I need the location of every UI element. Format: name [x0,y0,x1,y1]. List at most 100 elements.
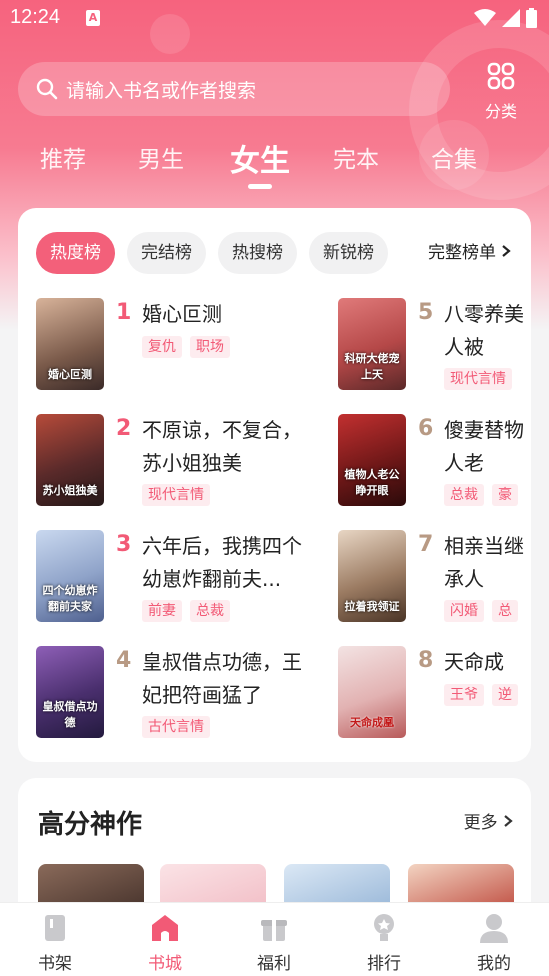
gift-icon [261,920,287,941]
chevron-right-icon [504,815,513,827]
more-label: 更多 [463,813,498,833]
book-title: 皇叔借点功德，王妃把符画猛了 [142,650,302,707]
book-tags: 古代言情 [142,716,210,738]
tag: 现代言情 [142,484,210,506]
rank-number: 5 [418,300,434,325]
tag: 逆 [492,684,518,706]
book-item[interactable]: 植物人老公睁开眼 6 傻妻替物人老 总裁 豪 [338,414,531,508]
book-item[interactable]: 科研大佬宠上天 5 八零养美人被 现代言情 [338,298,531,392]
search-bar[interactable]: 请输入书名或作者搜索 [18,62,450,116]
book-item[interactable]: 苏小姐独美 2 不原谅，不复合，苏小姐独美 现代言情 [36,414,326,508]
tag: 总裁 [444,484,484,506]
grid-icon [487,62,515,90]
store-icon [152,915,178,941]
book-tags: 现代言情 [444,368,512,390]
book-tags: 王爷 逆 [444,684,518,706]
book-tags: 闪婚 总 [444,600,518,622]
status-time: 12:24 [10,6,61,28]
book-title: 不原谅，不复合，苏小姐独美 [142,418,302,475]
more-link[interactable]: 更多 [464,808,513,833]
user-icon [480,914,508,943]
tag: 现代言情 [444,368,512,390]
book-item[interactable]: 天命成凰 8 天命成 王爷 逆 [338,646,531,740]
tag: 总裁 [190,600,230,622]
system-icons [474,8,537,28]
book-title: 八零养美人被 [444,302,524,359]
chip-new[interactable]: 新锐榜 [309,232,388,274]
tag: 职场 [190,336,230,358]
channel-tabs: 推荐 男生 女生 完本 合集 [0,140,549,190]
ranking-right-column: 科研大佬宠上天 5 八零养美人被 现代言情 植物人老公睁开眼 6 傻妻替物人老 … [338,298,531,758]
nav-label: 福利 [257,954,291,974]
nav-ranking[interactable]: 排行 [344,911,424,974]
nav-profile[interactable]: 我的 [454,911,534,974]
book-item[interactable]: 皇叔借点功德 4 皇叔借点功德，王妃把符画猛了 古代言情 [36,646,326,740]
chip-hot[interactable]: 热度榜 [36,232,115,274]
tag: 豪 [492,484,518,506]
book-cover: 科研大佬宠上天 [338,298,406,390]
full-ranking-link[interactable]: 完整榜单 [428,232,512,274]
tag: 总 [492,600,518,622]
search-icon [36,78,58,100]
tab-collection[interactable]: 合集 [431,140,477,174]
book-cover: 植物人老公睁开眼 [338,414,406,506]
search-placeholder: 请输入书名或作者搜索 [66,79,257,102]
book-icon [45,915,65,941]
tab-recommend[interactable]: 推荐 [40,140,86,174]
tag: 闪婚 [444,600,484,622]
battery-icon [526,8,537,28]
tab-finished[interactable]: 完本 [333,140,379,174]
rank-number: 6 [418,416,434,441]
book-cover: 拉着我领证 [338,530,406,622]
ranking-chips: 热度榜 完结榜 热搜榜 新锐榜 [36,232,388,274]
book-tags: 前妻 总裁 [142,600,230,622]
rank-number: 7 [418,532,434,557]
tab-male[interactable]: 男生 [138,140,184,174]
nav-label: 书城 [148,954,182,974]
book-cover: 四个幼崽炸翻前夫家 [36,530,104,622]
signal-icon [502,9,520,27]
nav-label: 排行 [367,954,401,974]
book-item[interactable]: 拉着我领证 7 相亲当继承人 闪婚 总 [338,530,531,624]
full-ranking-label: 完整榜单 [428,243,496,263]
trophy-icon [374,914,394,941]
bottom-navigation: 书架 书城 福利 排行 我的 [0,902,549,976]
nav-label: 书架 [38,954,72,974]
book-cover: 苏小姐独美 [36,414,104,506]
notification-icon: A [86,10,100,26]
book-tags: 总裁 豪 [444,484,518,506]
book-title: 傻妻替物人老 [444,418,524,475]
book-item[interactable]: 婚心叵测 1 婚心叵测 复仇 职场 [36,298,326,392]
nav-bookstore[interactable]: 书城 [125,911,205,974]
book-title: 相亲当继承人 [444,534,524,591]
section-title: 高分神作 [38,810,143,840]
chevron-right-icon [502,245,512,257]
tag: 王爷 [444,684,484,706]
book-title: 天命成 [444,650,504,674]
book-item[interactable]: 四个幼崽炸翻前夫家 3 六年后，我携四个幼崽炸翻前夫... 前妻 总裁 [36,530,326,624]
nav-label: 我的 [477,954,511,974]
book-title: 六年后，我携四个幼崽炸翻前夫... [142,534,302,591]
rank-number: 3 [116,532,132,557]
chip-finished[interactable]: 完结榜 [127,232,206,274]
status-bar: 12:24 A [0,0,549,38]
ranking-card: 热度榜 完结榜 热搜榜 新锐榜 完整榜单 婚心叵测 1 婚心叵测 复仇 职场 苏… [18,208,531,762]
book-cover: 婚心叵测 [36,298,104,390]
rank-number: 8 [418,648,434,673]
nav-bookshelf[interactable]: 书架 [15,911,95,974]
book-title: 婚心叵测 [142,302,222,326]
tag: 前妻 [142,600,182,622]
active-tab-indicator [248,184,272,189]
nav-welfare[interactable]: 福利 [234,911,314,974]
category-label: 分类 [484,102,517,121]
book-cover: 皇叔借点功德 [36,646,104,738]
chip-search[interactable]: 热搜榜 [218,232,297,274]
book-tags: 复仇 职场 [142,336,230,358]
rank-number: 2 [116,416,132,441]
book-tags: 现代言情 [142,484,210,506]
category-button[interactable]: 分类 [478,62,524,122]
wifi-icon [474,9,496,26]
tab-female[interactable]: 女生 [230,136,290,180]
tag: 复仇 [142,336,182,358]
tag: 古代言情 [142,716,210,738]
